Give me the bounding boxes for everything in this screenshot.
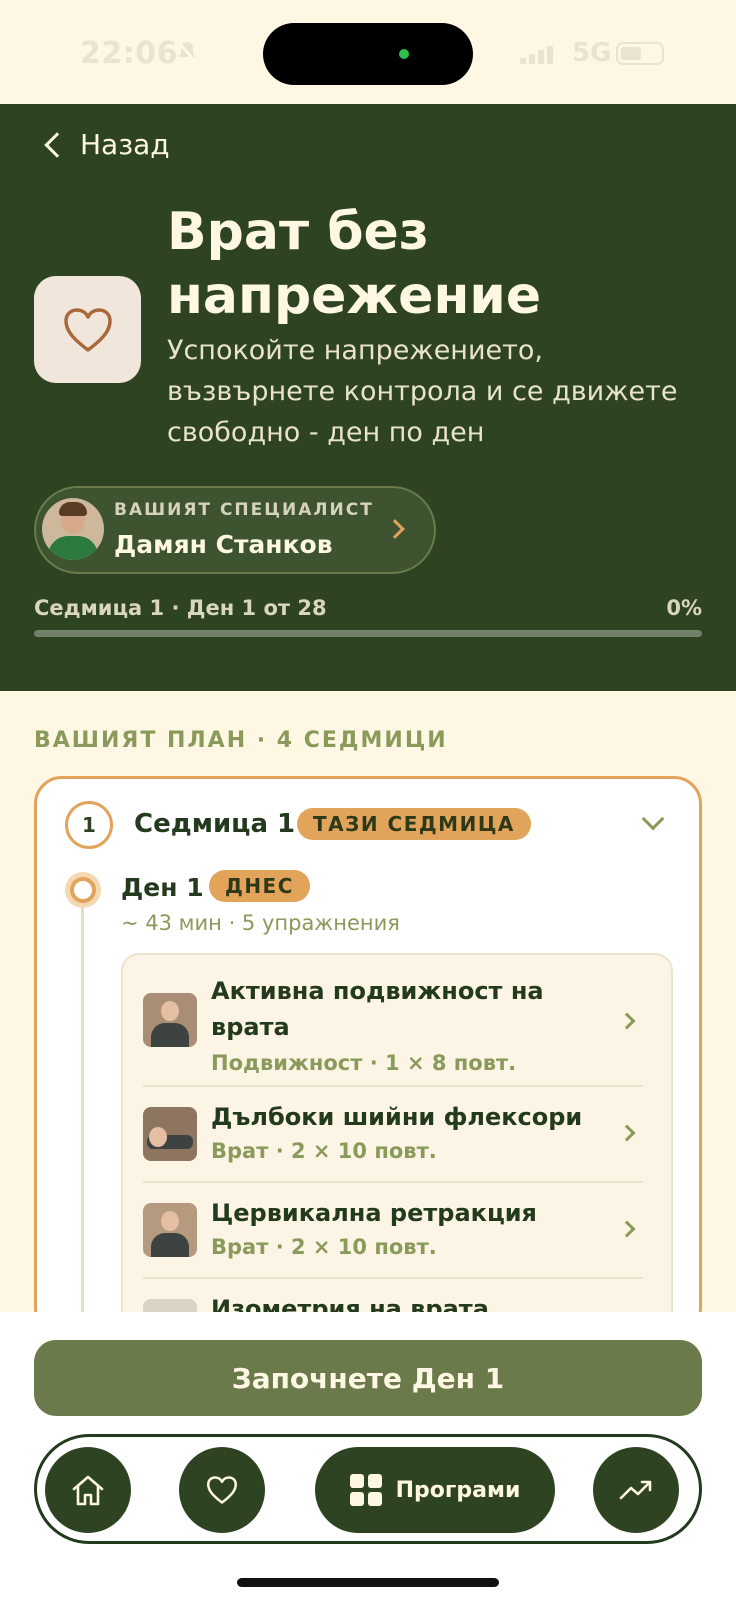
tab-favorites[interactable] [179,1447,265,1533]
exercise-thumbnail [143,1107,197,1161]
exercise-name: Активна подвижност на врата [211,977,544,1041]
day-meta: ~ 43 мин · 5 упражнения [121,911,400,935]
tab-home[interactable] [45,1447,131,1533]
progress-percent: 0% [666,596,702,620]
day-badge: ДНЕС [209,870,310,902]
dynamic-island [263,23,473,85]
network-type: 5G [572,38,612,68]
exercise-item[interactable]: Активна подвижност на врата Подвижност ·… [143,973,643,1087]
program-icon [34,276,141,383]
specialist-label: ВАШИЯТ СПЕЦИАЛИСТ [114,500,374,520]
trending-up-icon [619,1480,652,1500]
specialist-card[interactable]: ВАШИЯТ СПЕЦИАЛИСТ Дамян Станков [34,486,436,574]
week-title: Седмица 1 [134,809,296,839]
chevron-down-icon[interactable] [641,807,665,831]
home-icon [72,1475,104,1506]
signal-icon [520,44,556,64]
back-label: Назад [80,128,170,161]
exercise-item[interactable]: Дълбоки шийни флексори Врат · 2 × 10 пов… [143,1087,643,1183]
exercise-meta: Врат · 2 × 10 повт. [211,1139,437,1163]
back-button[interactable]: Назад [42,128,170,161]
start-day-button[interactable]: Започнете Ден 1 [34,1340,702,1416]
progress-label: Седмица 1 · Ден 1 от 28 [34,596,327,620]
exercise-thumbnail [143,993,197,1047]
exercise-name: Дълбоки шийни флексори [211,1103,583,1131]
plan-section-title: ВАШИЯТ ПЛАН · 4 СЕДМИЦИ [34,728,448,753]
exercise-list: Активна подвижност на врата Подвижност ·… [121,953,673,1333]
exercise-thumbnail [143,1203,197,1257]
bell-muted-icon [176,40,198,70]
exercise-name: Цервикална ретракция [211,1199,537,1227]
grid-icon [349,1474,382,1506]
progress-bar [34,630,702,637]
specialist-name: Дамян Станков [114,530,333,559]
status-time: 22:06 [80,36,178,71]
chevron-right-icon [385,519,405,539]
page-title: Врат без напрежение [167,202,542,326]
tab-programs-label: Програми [395,1477,521,1503]
week-card: 1 Седмица 1 ТАЗИ СЕДМИЦА Ден 1 ДНЕС ~ 43… [34,776,702,1336]
chevron-right-icon [618,1220,636,1238]
exercise-meta: Врат · 2 × 10 повт. [211,1235,437,1259]
week-number: 1 [65,801,113,849]
day-title: Ден 1 [121,873,204,902]
heart-icon [63,307,112,352]
battery-icon [616,42,664,65]
tab-bar: Програми [34,1434,702,1544]
program-header: Назад Врат без напрежение Успокойте напр… [0,104,736,691]
week-badge: ТАЗИ СЕДМИЦА [297,808,531,840]
heart-icon [207,1476,237,1504]
day-marker [65,872,101,908]
exercise-item[interactable]: Цервикална ретракция Врат · 2 × 10 повт. [143,1183,643,1279]
chevron-right-icon [618,1124,636,1142]
exercise-meta: Подвижност · 1 × 8 повт. [211,1051,517,1075]
page-subtitle: Успокойте напрежението, възвърнете контр… [167,335,678,448]
bottom-area: Започнете Ден 1 Програми [0,1312,736,1600]
chevron-left-icon [44,131,70,158]
tab-programs[interactable]: Програми [315,1447,555,1533]
tab-progress[interactable] [593,1447,679,1533]
avatar [42,498,104,560]
chevron-right-icon [618,1012,636,1030]
home-indicator [237,1578,499,1587]
status-bar: 22:06 5G [0,0,736,104]
timeline-line [81,885,84,1333]
